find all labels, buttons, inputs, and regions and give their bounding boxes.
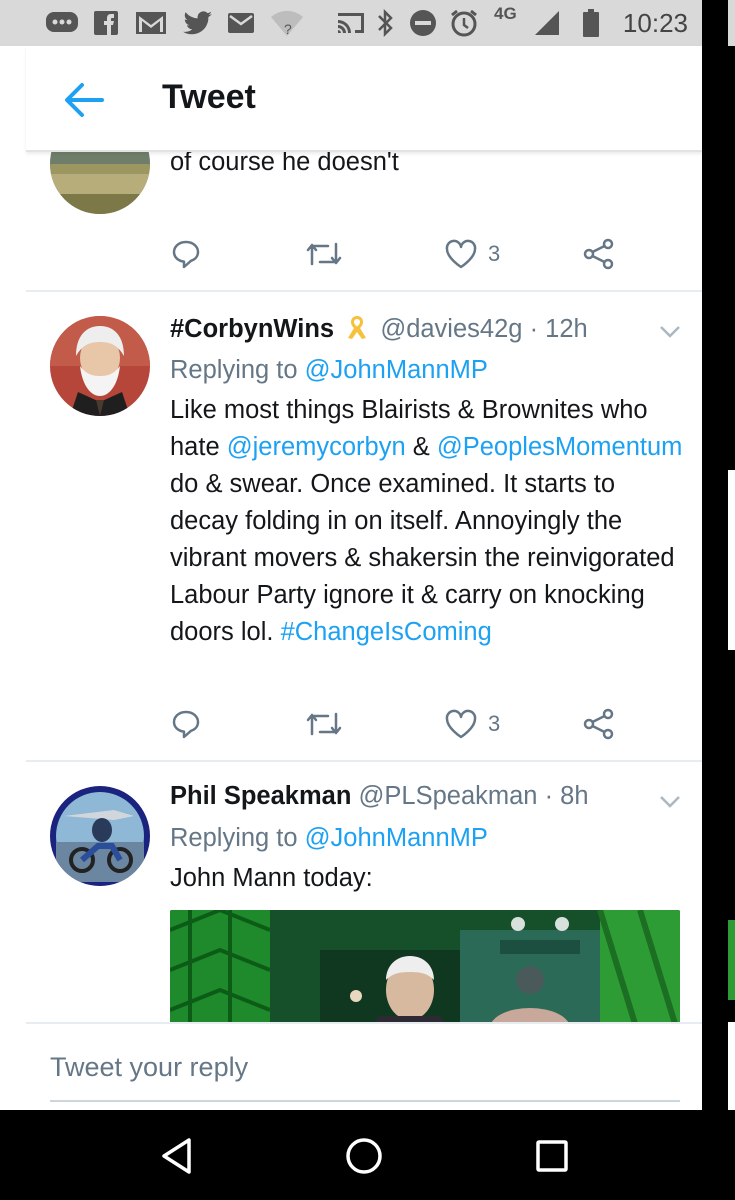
divider (26, 290, 702, 292)
battery-icon (580, 8, 602, 38)
back-triangle-icon[interactable] (156, 1134, 200, 1178)
hashtag-link[interactable]: #ChangeIsComing (281, 618, 492, 646)
reply-icon[interactable] (170, 704, 202, 744)
cast-icon (334, 8, 368, 38)
back-arrow-icon[interactable] (62, 80, 106, 120)
tweet-time: · 12h (529, 315, 588, 343)
tweet-actions: 3 (170, 234, 690, 274)
page-title: Tweet (162, 78, 256, 116)
adjacent-status-bar (728, 0, 735, 46)
network-type: 4G (494, 4, 517, 23)
adjacent-screen-edge (702, 0, 735, 1110)
tweet-actions: 3 (170, 704, 690, 744)
reply-composer: Tweet your reply (26, 1022, 702, 1110)
avatar[interactable] (50, 786, 150, 886)
status-time: 10:23 (622, 8, 688, 38)
replying-to-label: Replying to (170, 824, 305, 852)
like-button[interactable]: 3 (444, 704, 500, 744)
heart-icon (445, 239, 477, 269)
bluetooth-icon (374, 8, 396, 38)
mention-link[interactable]: @JohnMannMP (305, 824, 488, 852)
system-nav-bar (0, 1110, 735, 1200)
replying-to: Replying to @JohnMannMP (170, 356, 488, 385)
facebook-icon (92, 8, 120, 38)
chevron-down-icon[interactable] (658, 324, 682, 340)
twitter-bird-icon (180, 8, 214, 38)
wifi-icon: ? (268, 8, 306, 38)
display-name[interactable]: #CorbynWins (170, 315, 334, 343)
avatar[interactable] (50, 316, 150, 416)
replying-to: Replying to @JohnMannMP (170, 824, 488, 853)
reply-icon[interactable] (170, 234, 202, 274)
handle[interactable]: @PLSpeakman (359, 782, 538, 810)
tweet-text: John Mann today: (170, 864, 373, 892)
recents-square-icon[interactable] (530, 1134, 574, 1178)
alarm-icon (448, 8, 480, 38)
signal-icon (532, 8, 562, 38)
heart-icon (445, 709, 477, 739)
status-bar: ? 4G 10:23 (0, 0, 702, 46)
tweet-header: #CorbynWins @davies42g · 12h (170, 314, 588, 347)
divider (26, 760, 702, 762)
replying-to-label: Replying to (170, 356, 305, 384)
tweet-header: Phil Speakman @PLSpeakman · 8h (170, 782, 589, 811)
reply-input-underline (50, 1100, 680, 1102)
tweet-thread[interactable]: of course he doesn't 3 #CorbynWins @davi… (26, 150, 702, 1022)
handle[interactable]: @davies42g (380, 315, 522, 343)
adjacent-panel (728, 470, 735, 650)
like-button[interactable]: 3 (444, 234, 500, 274)
avatar[interactable] (50, 150, 150, 214)
like-count: 3 (488, 241, 501, 266)
retweet-icon[interactable] (304, 234, 344, 274)
chevron-down-icon[interactable] (658, 794, 682, 810)
app-bar: Tweet (26, 46, 702, 152)
chat-icon (44, 8, 80, 38)
gmail-icon (134, 8, 168, 38)
mention-link[interactable]: @PeoplesMomentum (437, 433, 683, 461)
mail-icon (226, 8, 256, 38)
yellow-ribbon-icon (345, 314, 369, 347)
share-icon[interactable] (582, 704, 616, 744)
tweet-text: Like most things Blairists & Brownites w… (170, 392, 690, 651)
text-segment: & (405, 433, 437, 461)
mention-link[interactable]: @JohnMannMP (305, 356, 488, 384)
display-name[interactable]: Phil Speakman (170, 782, 351, 810)
reply-input[interactable]: Tweet your reply (50, 1052, 248, 1083)
phone-screen: ? 4G 10:23 Tweet of course he doesn't 3 … (0, 0, 702, 1110)
tweet-text: of course he doesn't (170, 150, 399, 176)
tweet-time: · 8h (544, 782, 589, 810)
mention-link[interactable]: @jeremycorbyn (227, 433, 406, 461)
retweet-icon[interactable] (304, 704, 344, 744)
like-count: 3 (488, 711, 501, 736)
do-not-disturb-icon (408, 8, 438, 38)
home-circle-icon[interactable] (342, 1134, 386, 1178)
tweet-media-image[interactable] (170, 910, 680, 1022)
svg-text:?: ? (284, 21, 292, 37)
share-icon[interactable] (582, 234, 616, 274)
adjacent-panel (728, 1022, 735, 1110)
adjacent-panel (728, 920, 735, 1000)
